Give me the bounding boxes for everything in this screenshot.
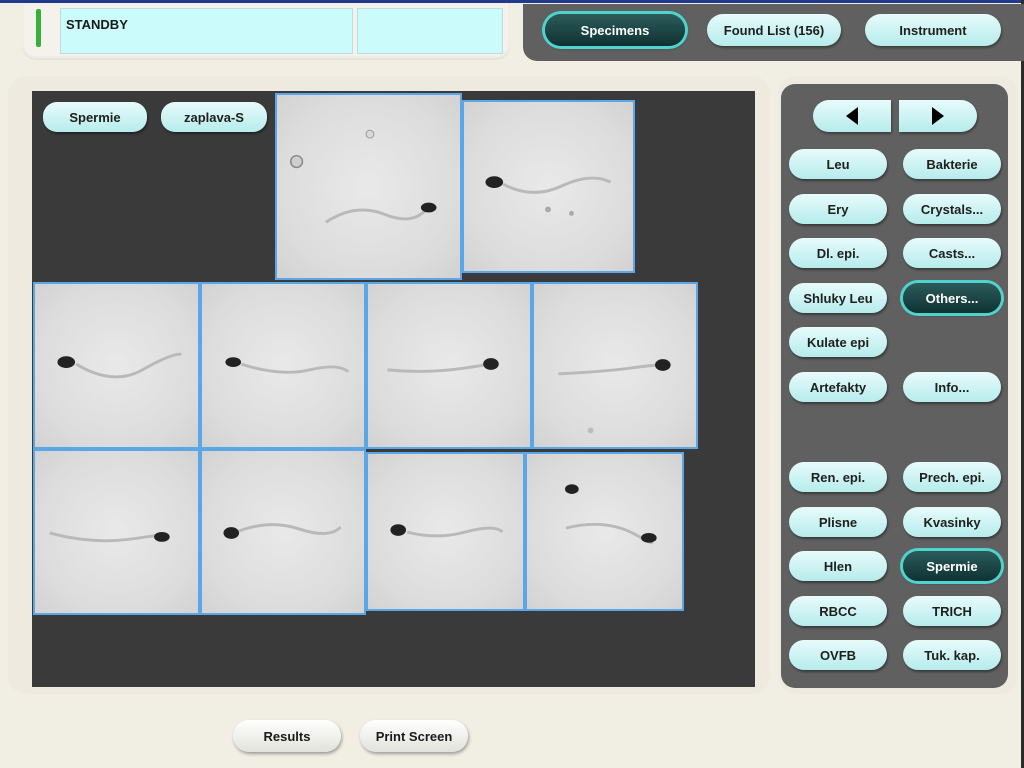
- sperm-cell-image: [485, 176, 612, 216]
- next-page-button[interactable]: [899, 100, 977, 132]
- class-kvasinky-button[interactable]: Kvasinky: [903, 507, 1001, 537]
- print-screen-button[interactable]: Print Screen: [360, 720, 468, 752]
- class-bakterie-button[interactable]: Bakterie: [903, 149, 1001, 179]
- category-tag-button[interactable]: Spermie: [43, 102, 147, 132]
- class-prech-epi-button[interactable]: Prech. epi.: [903, 462, 1001, 492]
- status-field: STANDBY: [60, 8, 353, 54]
- mode-instrument-button[interactable]: Instrument: [865, 14, 1001, 46]
- sperm-cell-image: [289, 129, 437, 224]
- results-button[interactable]: Results: [233, 720, 341, 752]
- specimen-thumbnail[interactable]: [275, 93, 462, 280]
- sperm-cell-image: [57, 352, 182, 379]
- class-info-button[interactable]: Info...: [903, 372, 1001, 402]
- specimen-thumbnail[interactable]: [525, 452, 684, 611]
- status-indicator: [36, 9, 41, 47]
- specimen-thumbnail[interactable]: [462, 100, 635, 273]
- mode-found-list-button[interactable]: Found List (156): [707, 14, 841, 46]
- class-plisne-button[interactable]: Plisne: [789, 507, 887, 537]
- class-ery-button[interactable]: Ery: [789, 194, 887, 224]
- class-dl-epi-button[interactable]: Dl. epi.: [789, 238, 887, 268]
- specimen-thumbnail[interactable]: [532, 282, 698, 449]
- class-hlen-button[interactable]: Hlen: [789, 551, 887, 581]
- class-trich-button[interactable]: TRICH: [903, 596, 1001, 626]
- specimen-tag-button[interactable]: zaplava-S: [161, 102, 267, 132]
- class-kulate-epi-button[interactable]: Kulate epi: [789, 327, 887, 357]
- class-ovfb-button[interactable]: OVFB: [789, 640, 887, 670]
- previous-page-button[interactable]: [813, 100, 891, 132]
- class-crystals-button[interactable]: Crystals...: [903, 194, 1001, 224]
- triangle-left-icon: [846, 107, 858, 125]
- class-casts-button[interactable]: Casts...: [903, 238, 1001, 268]
- sperm-cell-image: [387, 358, 499, 373]
- specimen-thumbnail[interactable]: [200, 282, 366, 449]
- specimen-thumbnail[interactable]: [33, 449, 200, 615]
- specimen-thumbnail[interactable]: [33, 282, 200, 449]
- class-shluky-leu-button[interactable]: Shluky Leu: [789, 283, 887, 313]
- class-ren-epi-button[interactable]: Ren. epi.: [789, 462, 887, 492]
- class-rbcc-button[interactable]: RBCC: [789, 596, 887, 626]
- class-leu-button[interactable]: Leu: [789, 149, 887, 179]
- specimen-thumbnail[interactable]: [366, 282, 532, 449]
- class-spermie-button[interactable]: Spermie: [903, 551, 1001, 581]
- sperm-cell-image: [223, 523, 342, 539]
- class-others-button[interactable]: Others...: [903, 283, 1001, 313]
- triangle-right-icon: [932, 107, 944, 125]
- sperm-cell-image: [49, 531, 170, 543]
- status-text: STANDBY: [66, 17, 128, 32]
- sperm-cell-image: [558, 359, 671, 434]
- sperm-cell-image: [390, 524, 504, 538]
- specimen-thumbnail[interactable]: [366, 452, 525, 611]
- class-artefakty-button[interactable]: Artefakty: [789, 372, 887, 402]
- sperm-cell-image: [225, 357, 350, 374]
- class-tuk-kap-button[interactable]: Tuk. kap.: [903, 640, 1001, 670]
- mode-specimens-button[interactable]: Specimens: [545, 14, 685, 46]
- sperm-cell-image: [565, 484, 657, 545]
- status-aux-field: [357, 8, 503, 54]
- specimen-thumbnail[interactable]: [200, 449, 366, 615]
- window-top-edge: [0, 0, 1024, 3]
